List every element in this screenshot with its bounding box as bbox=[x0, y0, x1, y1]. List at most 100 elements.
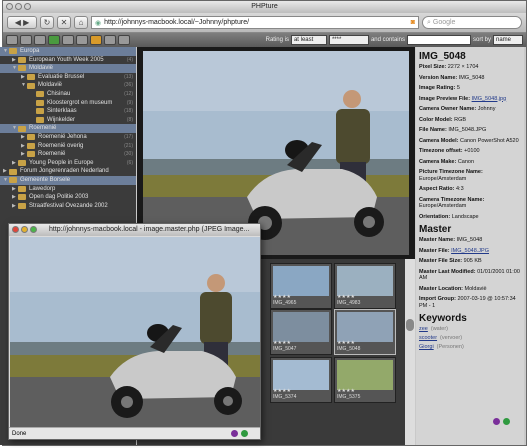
thumbnail[interactable]: ★★★★ IMG_4965 bbox=[270, 263, 332, 309]
back-forward-buttons[interactable]: ◀ ▶ bbox=[7, 16, 37, 29]
sidebar-item-label: Sinterklaas bbox=[47, 108, 77, 115]
keyword-link[interactable]: Giorgi bbox=[419, 344, 434, 350]
info-value: IMG_5048 bbox=[456, 237, 483, 243]
info-row: Master File Size: 905 KB bbox=[419, 258, 521, 265]
info-row: Aspect Ratio: 4:3 bbox=[419, 186, 521, 193]
add-image-icon[interactable] bbox=[48, 35, 60, 45]
info-label: Image Preview File: bbox=[419, 95, 472, 102]
thumbnail-caption: IMG_5048 bbox=[337, 346, 361, 352]
folder-icon bbox=[27, 134, 35, 141]
forward-arrow-icon[interactable]: ▶ bbox=[23, 18, 29, 27]
popup-titlebar: http://johnnys-macbook.local - image.mas… bbox=[9, 224, 260, 236]
home-button[interactable]: ⌂ bbox=[74, 16, 88, 29]
delete-icon[interactable] bbox=[62, 35, 74, 45]
sidebar-item[interactable]: ▶ Forum Jongerenraden Nederland bbox=[0, 167, 136, 176]
thumbnail-image bbox=[337, 266, 393, 296]
info-value: Europe/Amsterdam bbox=[419, 175, 467, 182]
zoom-icon[interactable] bbox=[24, 3, 31, 10]
keyword-item[interactable]: zee (water) bbox=[419, 326, 521, 332]
thumbnail-image bbox=[273, 360, 329, 390]
sidebar-item[interactable]: Wijnkelder (8) bbox=[0, 116, 136, 125]
sidebar-item[interactable]: ▶ Roemenië overig (21) bbox=[0, 142, 136, 151]
keyword-link[interactable]: scooter bbox=[419, 335, 437, 341]
info-label: Timezone offset: bbox=[419, 148, 465, 154]
export-icon[interactable] bbox=[90, 35, 102, 45]
search-field[interactable]: ⌕ Google bbox=[422, 16, 522, 29]
thumbnail[interactable]: ★★★★ IMG_5048 bbox=[334, 309, 396, 355]
rotate-right-icon[interactable] bbox=[20, 35, 32, 45]
main-titlebar: PHPture bbox=[3, 1, 526, 13]
info-row: Camera Model: Canon PowerShot A520 bbox=[419, 138, 521, 145]
rating-value-select[interactable]: **** bbox=[328, 35, 369, 45]
sidebar-item-label: Europa bbox=[20, 48, 40, 54]
thumbnail[interactable]: ★★★★ IMG_4983 bbox=[334, 263, 396, 309]
keyword-item[interactable]: scooter (vervoer) bbox=[419, 335, 521, 341]
new-album-icon[interactable] bbox=[34, 35, 46, 45]
popup-minimize-icon[interactable] bbox=[21, 226, 28, 233]
thumbnail[interactable]: ★★★★ IMG_5047 bbox=[270, 309, 332, 355]
info-label: Orientation: bbox=[419, 213, 452, 220]
sidebar-item[interactable]: ▶ Young People in Europe (6) bbox=[0, 159, 136, 168]
sidebar-item[interactable]: Sinterklaas (18) bbox=[0, 107, 136, 116]
sidebar-item[interactable]: ▼ Roemenië bbox=[0, 124, 136, 133]
sidebar-item[interactable]: ▶ Evaluatie Brussel (13) bbox=[0, 73, 136, 82]
info-value: Canon bbox=[457, 158, 475, 165]
folder-icon bbox=[27, 82, 35, 89]
info-row: Image Preview File: IMG_5048.jpg bbox=[419, 96, 521, 103]
site-icon: ◉ bbox=[95, 19, 102, 27]
close-icon[interactable] bbox=[6, 3, 13, 10]
home-icon: ⌂ bbox=[78, 18, 84, 27]
info-row: Master Name: IMG_5048 bbox=[419, 237, 521, 244]
scrollbar-knob[interactable] bbox=[406, 319, 414, 331]
minimize-icon[interactable] bbox=[15, 3, 22, 10]
sidebar-item-count: (4) bbox=[126, 56, 133, 63]
popup-zoom-icon[interactable] bbox=[30, 226, 37, 233]
keywords-title: Keywords bbox=[419, 313, 521, 324]
sidebar-item[interactable]: Kloostergrot en museum (9) bbox=[0, 99, 136, 108]
sort-select[interactable]: name bbox=[493, 35, 523, 45]
sidebar-item[interactable]: ▶ Roemenië Jehona (17) bbox=[0, 133, 136, 142]
contains-input[interactable] bbox=[406, 35, 471, 45]
folder-icon bbox=[18, 185, 26, 192]
edit-icon[interactable] bbox=[76, 35, 88, 45]
rating-mode-select[interactable]: at least bbox=[290, 35, 327, 45]
rss-icon[interactable]: ◙ bbox=[411, 19, 415, 26]
info-link[interactable]: IMG_5048.jpg bbox=[472, 96, 507, 102]
thumbnail[interactable]: ★★★★ IMG_5375 bbox=[334, 357, 396, 403]
sidebar-item[interactable]: ▼ Moldavië bbox=[0, 64, 136, 73]
keyword-item[interactable]: Giorgi (Personen) bbox=[419, 344, 521, 350]
view-icon[interactable] bbox=[104, 35, 116, 45]
info-row: Picture Timezone Name: Europe/Amsterdam bbox=[419, 169, 521, 182]
sidebar-item[interactable]: ▶ European Youth Week 2005 (4) bbox=[0, 56, 136, 65]
thumbnail[interactable]: ★★★★ IMG_5374 bbox=[270, 357, 332, 403]
info-row: Master Last Modified: 01/01/2001 01:00 A… bbox=[419, 269, 521, 282]
sidebar-item[interactable]: ▶ Roemenië (30) bbox=[0, 150, 136, 159]
keyword-link[interactable]: zee bbox=[419, 326, 428, 332]
sidebar-item[interactable]: ▶ Lawedorp bbox=[0, 185, 136, 194]
stop-button[interactable]: ✕ bbox=[57, 16, 71, 29]
info-label: Camera Model: bbox=[419, 137, 460, 144]
sidebar-item[interactable]: ▼ Gemeente Borsele bbox=[0, 175, 136, 185]
thumbnail-scrollbar[interactable] bbox=[405, 259, 415, 445]
sidebar-item[interactable]: ▼ Moldavië (36) bbox=[0, 81, 136, 90]
folder-icon bbox=[9, 48, 17, 55]
reload-button[interactable]: ↻ bbox=[40, 16, 54, 29]
sidebar-item-label: Young People in Europe bbox=[29, 159, 94, 166]
sidebar-item-count: (18) bbox=[124, 108, 133, 115]
sidebar-item[interactable]: ▶ Straatfestival Ovezande 2002 bbox=[0, 202, 136, 211]
thumbnail-image bbox=[273, 312, 329, 342]
info-icon[interactable] bbox=[118, 35, 130, 45]
folder-icon bbox=[18, 194, 26, 201]
sidebar-item[interactable]: ▼ Europa bbox=[0, 47, 136, 56]
url-field[interactable]: ◉ http://johnnys-macbook.local/~Johnny/p… bbox=[91, 16, 419, 29]
info-row: Master File: IMG_5048.JPG bbox=[419, 248, 521, 255]
thumbnail-image bbox=[337, 360, 393, 390]
popup-close-icon[interactable] bbox=[12, 226, 19, 233]
sidebar-item[interactable]: ▶ Open dag Politie 2003 bbox=[0, 193, 136, 202]
rotate-left-icon[interactable] bbox=[6, 35, 18, 45]
info-value: 5 bbox=[456, 85, 460, 91]
back-arrow-icon[interactable]: ◀ bbox=[15, 18, 21, 27]
info-link[interactable]: IMG_5048.JPG bbox=[451, 248, 489, 254]
sidebar-item-label: Wijnkelder bbox=[47, 116, 76, 123]
sidebar-item[interactable]: Chisinau (12) bbox=[0, 90, 136, 99]
